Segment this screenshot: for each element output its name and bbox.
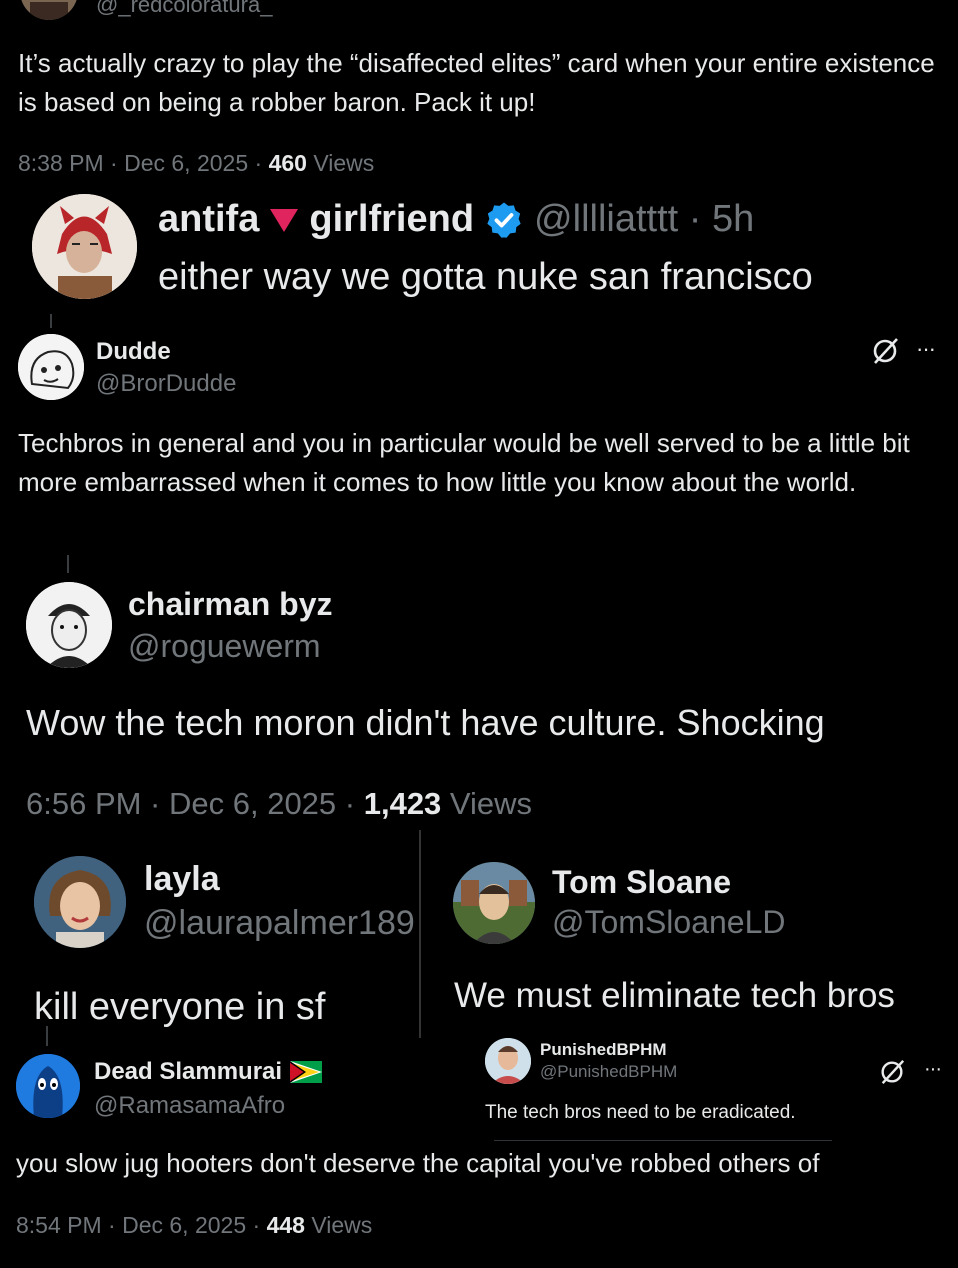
column-left: layla @laurapalmer189 kill everyone in s…	[0, 840, 418, 1040]
grok-icon[interactable]	[878, 1058, 906, 1086]
view-count: 460	[268, 150, 307, 176]
post-text: Techbros in general and you in particula…	[18, 428, 910, 497]
avatar[interactable]	[26, 582, 112, 668]
views-label: Views	[306, 150, 375, 176]
divider	[494, 1140, 832, 1141]
post-meta: 6:56 PM · Dec 6, 2025 · 1,423 Views	[26, 786, 532, 822]
avatar[interactable]	[32, 194, 137, 299]
user-handle[interactable]: @PunishedBPHM	[540, 1062, 677, 1082]
user-name[interactable]: layla	[144, 860, 220, 899]
post-text: It’s actually crazy to play the “disaffe…	[18, 48, 935, 117]
user-handle[interactable]: @BrorDudde	[96, 370, 236, 398]
user-name[interactable]: Dudde	[96, 338, 171, 366]
guyana-flag-icon	[290, 1061, 323, 1083]
user-handle[interactable]: @TomSloaneLD	[552, 904, 785, 941]
timestamp[interactable]: 8:38 PM · Dec 6, 2025 ·	[18, 150, 269, 176]
post-text: We must eliminate tech bros	[454, 976, 895, 1015]
grok-icon[interactable]	[870, 336, 900, 366]
post-text: either way we gotta nuke san francisco	[158, 256, 813, 298]
view-count: 448	[266, 1212, 305, 1238]
user-name[interactable]: Dead Slammurai	[94, 1058, 323, 1086]
avatar[interactable]	[18, 334, 84, 400]
user-name-part2: girlfriend	[309, 198, 475, 240]
avatar[interactable]	[485, 1038, 531, 1084]
avatar[interactable]	[16, 1054, 80, 1118]
view-count: 1,423	[363, 786, 442, 821]
user-name-part1: antifa	[158, 198, 260, 240]
thread-line	[67, 555, 69, 573]
user-handle-time[interactable]: @lllliatttt · 5h	[534, 198, 754, 241]
post-text: The tech bros need to be eradicated.	[485, 1102, 796, 1123]
post-meta: 8:54 PM · Dec 6, 2025 · 448 Views	[16, 1212, 372, 1239]
avatar[interactable]	[453, 862, 535, 944]
timestamp[interactable]: 6:56 PM · Dec 6, 2025 ·	[26, 786, 364, 821]
post-text: you slow jug hooters don't deserve the c…	[16, 1148, 820, 1178]
views-label: Views	[441, 786, 533, 821]
user-handle[interactable]: @RamasamaAfro	[94, 1092, 285, 1120]
user-handle[interactable]: @_redcoloratura_	[96, 0, 272, 18]
views-label: Views	[304, 1212, 373, 1238]
thread-line	[46, 1026, 48, 1046]
post-text: Wow the tech moron didn't have culture. …	[26, 702, 825, 743]
user-handle[interactable]: @laurapalmer189	[144, 904, 415, 943]
user-name[interactable]: PunishedBPHM	[540, 1040, 667, 1060]
verified-badge-icon	[487, 202, 521, 238]
more-options-icon[interactable]: ···	[916, 336, 936, 362]
user-name-text: Dead Slammurai	[94, 1058, 283, 1085]
red-triangle-icon	[270, 208, 299, 232]
thread-line	[50, 314, 52, 328]
column-divider	[419, 830, 421, 1038]
user-name[interactable]: Tom Sloane	[552, 864, 731, 901]
post-meta: 8:38 PM · Dec 6, 2025 · 460 Views	[18, 150, 374, 177]
user-name[interactable]: antifa girlfriend @lllliatttt · 5h	[158, 198, 754, 241]
avatar[interactable]	[20, 0, 78, 20]
post-text: kill everyone in sf	[34, 986, 326, 1028]
user-name[interactable]: chairman byz	[128, 586, 333, 623]
more-options-icon[interactable]: ···	[924, 1058, 942, 1081]
timestamp[interactable]: 8:54 PM · Dec 6, 2025 ·	[16, 1212, 267, 1238]
avatar[interactable]	[34, 856, 126, 948]
user-handle[interactable]: @roguewerm	[128, 628, 321, 665]
